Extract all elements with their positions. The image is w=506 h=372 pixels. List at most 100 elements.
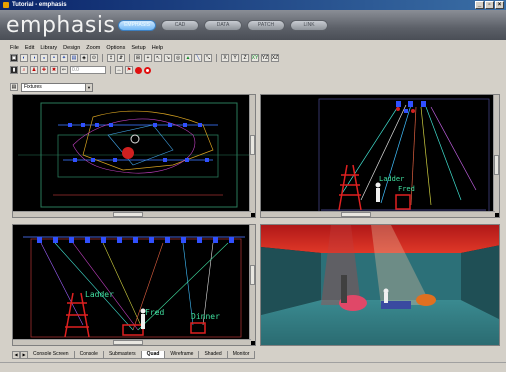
- toolbar-separator: [216, 54, 217, 62]
- brand-logo: emphasis: [6, 12, 116, 38]
- app-icon: [3, 2, 9, 8]
- minimize-icon[interactable]: _: [475, 1, 484, 9]
- menu-options[interactable]: Options: [106, 45, 125, 51]
- fixture-add-icon[interactable]: ✚: [40, 66, 48, 74]
- window-controls: _ ▫ ×: [475, 1, 504, 9]
- plane-yz-button[interactable]: YZ: [261, 54, 269, 62]
- axis-z-button[interactable]: Z: [241, 54, 249, 62]
- layer-select[interactable]: Fixtures ▼: [21, 82, 93, 92]
- beam-tool-icon[interactable]: ╲: [194, 54, 202, 62]
- menu-bar: File Edit Library Design Zoom Options Se…: [0, 43, 506, 52]
- horizontal-scrollbar[interactable]: [13, 211, 251, 217]
- side-drawing: Ladder Fred: [318, 98, 490, 214]
- record-icon[interactable]: [135, 66, 142, 74]
- menu-help[interactable]: Help: [152, 45, 163, 51]
- fred-label: Fred: [398, 185, 415, 193]
- vertical-scrollbar[interactable]: [249, 225, 255, 341]
- disabled-icon[interactable]: ⇐: [60, 66, 68, 74]
- render-viewport[interactable]: [260, 224, 500, 346]
- tab-console-screen[interactable]: Console Screen: [27, 351, 75, 359]
- status-bar: [0, 362, 506, 372]
- ladder-label: Ladder: [85, 290, 114, 299]
- user-icon[interactable]: ♟: [30, 66, 38, 74]
- tab-monitor[interactable]: Monitor: [226, 351, 256, 359]
- menu-design[interactable]: Design: [63, 45, 80, 51]
- close-icon[interactable]: ×: [495, 1, 504, 9]
- fred-label: Fred: [145, 308, 164, 317]
- tab-quad[interactable]: Quad: [140, 351, 166, 359]
- sheet-tabs: ◀ ▶ Console Screen Console Submasters Qu…: [12, 350, 256, 359]
- zoom-tool-icon[interactable]: ◓: [50, 54, 58, 62]
- add-tool-icon[interactable]: +: [144, 54, 152, 62]
- window-titlebar: Tutorial - emphasis _ ▫ ×: [0, 0, 506, 10]
- flag-icon[interactable]: ⚑: [125, 66, 133, 74]
- grid-tool-icon[interactable]: ⊞: [134, 54, 142, 62]
- render-drawing: [261, 225, 499, 345]
- arrow-tool-icon[interactable]: ↖: [154, 54, 162, 62]
- pointer-tool-icon[interactable]: ↘: [164, 54, 172, 62]
- tab-emphasis[interactable]: EMPHASIS: [118, 19, 156, 31]
- tab-data[interactable]: DATA: [204, 19, 242, 31]
- camera-tool-icon[interactable]: ⊙: [90, 54, 98, 62]
- plane-xy-button[interactable]: XY: [251, 54, 259, 62]
- focus-tool-icon[interactable]: ▤: [70, 54, 78, 62]
- tab-submasters[interactable]: Submasters: [102, 351, 142, 359]
- tab-shaded[interactable]: Shaded: [198, 351, 228, 359]
- ladder-label: Ladder: [379, 175, 404, 183]
- horizontal-scrollbar[interactable]: [13, 339, 251, 345]
- tab-wireframe[interactable]: Wireframe: [164, 351, 200, 359]
- align-tool-icon[interactable]: ‡: [107, 54, 115, 62]
- main-toolbar: ▣ ◐ ◑ ◒ ◓ ✦ ▤ ◈ ⊙ ‡ ⇵ ⊞ + ↖ ↘ ◎ ▲ ╲ ⤡ X …: [10, 53, 310, 63]
- restore-icon[interactable]: ▫: [485, 1, 494, 9]
- tab-console[interactable]: Console: [73, 351, 104, 359]
- plan-drawing: [18, 102, 253, 208]
- toolbar-separator: [102, 54, 103, 62]
- fixture-remove-icon[interactable]: ✖: [50, 66, 58, 74]
- brand-bar: emphasis EMPHASIS CAD DATA PATCH LINK: [0, 10, 506, 40]
- front-viewport[interactable]: Ladder Fred Dinner: [12, 224, 256, 346]
- layer-select-value: Fixtures: [24, 83, 42, 90]
- orbit-tool-icon[interactable]: ◑: [30, 54, 38, 62]
- measure-tool-icon[interactable]: ⤡: [204, 54, 212, 62]
- vertical-scrollbar[interactable]: [249, 95, 255, 213]
- select-tool-icon[interactable]: ▣: [10, 54, 18, 62]
- pan-tool-icon[interactable]: ◒: [40, 54, 48, 62]
- stop-icon[interactable]: [144, 66, 151, 74]
- secondary-toolbar: ▮ ⌕ ♟ ✚ ✖ ⇐ 0.0 ↔ ⚑: [10, 65, 210, 75]
- chevron-down-icon[interactable]: ▼: [85, 83, 92, 91]
- toolbar-separator: [110, 66, 111, 74]
- plan-viewport[interactable]: [12, 94, 256, 218]
- snap-icon[interactable]: ▮: [10, 66, 18, 74]
- vertical-scrollbar[interactable]: [493, 95, 499, 213]
- menu-edit[interactable]: Edit: [25, 45, 34, 51]
- zoom-fit-icon[interactable]: ⌕: [20, 66, 28, 74]
- axis-x-button[interactable]: X: [221, 54, 229, 62]
- axis-y-button[interactable]: Y: [231, 54, 239, 62]
- menu-zoom[interactable]: Zoom: [86, 45, 100, 51]
- view-tool-icon[interactable]: ◈: [80, 54, 88, 62]
- tab-link[interactable]: LINK: [290, 19, 328, 31]
- move-tool-icon[interactable]: ⇵: [117, 54, 125, 62]
- scroll-icon[interactable]: ↔: [115, 66, 123, 74]
- tab-patch[interactable]: PATCH: [247, 19, 285, 31]
- tab-cad[interactable]: CAD: [161, 19, 199, 31]
- front-drawing: Ladder Fred Dinner: [23, 236, 245, 338]
- layer-icon: ▤: [10, 83, 18, 91]
- tab-scroll-left-icon[interactable]: ◀: [12, 351, 20, 359]
- horizontal-scrollbar[interactable]: [261, 211, 495, 217]
- dinner-label: Dinner: [191, 312, 220, 321]
- toolbar-separator: [129, 54, 130, 62]
- coordinate-field[interactable]: 0.0: [70, 66, 106, 74]
- menu-file[interactable]: File: [10, 45, 19, 51]
- rotate-tool-icon[interactable]: ◐: [20, 54, 28, 62]
- menu-library[interactable]: Library: [40, 45, 57, 51]
- side-viewport[interactable]: Ladder Fred: [260, 94, 500, 218]
- layer-row: ▤ Fixtures ▼: [10, 82, 93, 92]
- target-tool-icon[interactable]: ◎: [174, 54, 182, 62]
- window-title: Tutorial - emphasis: [12, 2, 67, 8]
- mode-tabs: EMPHASIS CAD DATA PATCH LINK: [118, 19, 328, 31]
- light-tool-icon[interactable]: ✦: [60, 54, 68, 62]
- green-fixture-icon[interactable]: ▲: [184, 54, 192, 62]
- menu-setup[interactable]: Setup: [131, 45, 145, 51]
- plane-xz-button[interactable]: XZ: [271, 54, 279, 62]
